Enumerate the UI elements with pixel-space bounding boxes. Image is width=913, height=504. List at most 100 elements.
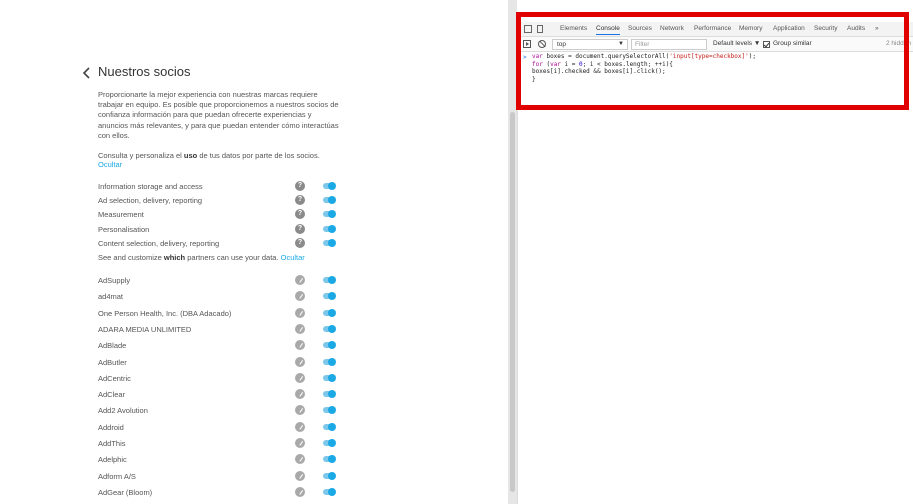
consult-text: Consulta y personaliza el uso de tus dat…: [98, 151, 320, 160]
partner-label: AdClear: [98, 390, 126, 400]
partner-label: AdCentric: [98, 373, 131, 383]
device-toolbar-icon[interactable]: [537, 25, 543, 33]
help-icon[interactable]: ?: [295, 237, 305, 248]
purpose-toggle[interactable]: [323, 196, 336, 205]
toggle-knob: [328, 276, 336, 284]
toggle-knob: [328, 422, 336, 431]
partner-toggle[interactable]: [323, 422, 336, 431]
toggle-knob: [328, 196, 336, 205]
external-link-icon[interactable]: [295, 340, 305, 351]
devtools-tab[interactable]: »: [875, 25, 879, 32]
external-link-icon[interactable]: [295, 454, 305, 465]
partner-toggle[interactable]: [323, 357, 336, 366]
partner-label: Add2 Avolution: [98, 406, 148, 416]
inspect-element-icon[interactable]: [524, 25, 532, 33]
console-toolbar: top ▼ Filter Default levels ▼ Group simi…: [518, 37, 913, 52]
toggle-knob: [328, 324, 336, 333]
clear-console-icon[interactable]: [538, 40, 546, 48]
toggle-knob: [328, 210, 336, 219]
consent-panel: Nuestros socios Proporcionarte la mejor …: [0, 0, 511, 504]
external-link-icon[interactable]: [295, 307, 305, 318]
partner-label: Addroid: [98, 422, 124, 432]
purpose-toggle[interactable]: [323, 182, 336, 190]
external-link-icon[interactable]: [295, 275, 305, 285]
back-chevron-icon[interactable]: [80, 66, 94, 80]
partner-label: AdGear (Bloom): [98, 487, 153, 497]
partner-toggle[interactable]: [323, 308, 336, 317]
code-line: var boxes = document.querySelectorAll('i…: [532, 53, 756, 60]
external-link-icon[interactable]: [295, 389, 305, 400]
caret-down-icon: ▼: [618, 41, 624, 47]
toggle-knob: [328, 357, 336, 366]
partner-toggle[interactable]: [323, 292, 336, 301]
help-icon[interactable]: ?: [295, 223, 305, 234]
external-link-icon[interactable]: [295, 372, 305, 383]
devtools-tab[interactable]: Sources: [628, 25, 652, 32]
partner-row: AdBlade: [98, 340, 338, 354]
console-input[interactable]: var boxes = document.querySelectorAll('i…: [518, 53, 913, 83]
partner-toggle[interactable]: [323, 276, 336, 284]
partner-toggle[interactable]: [323, 373, 336, 382]
purpose-row: Measurement?: [98, 209, 338, 223]
purpose-toggle[interactable]: [323, 210, 336, 219]
filter-input[interactable]: Filter: [631, 39, 707, 50]
partner-label: ad4mat: [98, 292, 124, 302]
toggle-knob: [328, 373, 336, 382]
help-icon[interactable]: ?: [295, 195, 305, 206]
partner-toggle[interactable]: [323, 455, 336, 464]
partner-toggle[interactable]: [323, 341, 336, 350]
devtools-tab-bar: Elements Console Sources Network Performance…: [518, 22, 913, 37]
purpose-row: Information storage and access?: [98, 181, 338, 195]
devtools-tab[interactable]: Audits: [847, 25, 865, 32]
intro-text: Proporcionarte la mejor experiencia con …: [98, 90, 339, 140]
page-title: Nuestros socios: [98, 64, 191, 79]
purpose-toggle[interactable]: [323, 238, 336, 247]
partner-label: AdSupply: [98, 276, 131, 285]
log-levels-dropdown[interactable]: Default levels ▼: [713, 40, 760, 47]
partner-toggle[interactable]: [323, 406, 336, 415]
devtools-tab[interactable]: Memory: [739, 25, 762, 32]
code-line: boxes[i].checked && boxes[i].click();: [532, 68, 666, 76]
partner-row: AdClear: [98, 389, 338, 403]
partner-toggle[interactable]: [323, 487, 336, 496]
hidden-count: 2 hidden: [886, 40, 911, 47]
partner-toggle[interactable]: [323, 439, 336, 447]
partner-toggle[interactable]: [323, 324, 336, 333]
partner-row: AdSupply: [98, 275, 338, 289]
devtools-tab[interactable]: Elements: [560, 25, 587, 32]
purpose-toggle[interactable]: [323, 224, 336, 233]
partner-toggle[interactable]: [323, 390, 336, 399]
partner-toggle[interactable]: [323, 471, 336, 480]
code-line: }: [532, 75, 536, 83]
context-selector[interactable]: top ▼: [552, 39, 628, 50]
toggle-knob: [328, 238, 336, 247]
devtools-tab[interactable]: Performance: [694, 25, 731, 32]
page-scrollbar-thumb[interactable]: [510, 112, 515, 492]
purpose-label: Ad selection, delivery, reporting: [98, 196, 203, 206]
external-link-icon[interactable]: [295, 486, 305, 497]
devtools-tab[interactable]: Console: [596, 25, 620, 35]
toggle-knob: [328, 455, 336, 464]
hide-partners-link[interactable]: Ocultar: [281, 253, 305, 262]
console-sidebar-icon[interactable]: [523, 40, 531, 48]
toggle-knob: [328, 182, 336, 190]
help-icon[interactable]: ?: [295, 209, 305, 220]
external-link-icon[interactable]: [295, 356, 305, 367]
group-similar-label: Group similar: [773, 40, 812, 47]
group-similar-checkbox[interactable]: [763, 41, 770, 48]
devtools-tab[interactable]: Network: [660, 25, 684, 32]
partner-row: Add2 Avolution: [98, 405, 338, 419]
external-link-icon[interactable]: [295, 438, 305, 448]
partner-row: Addroid: [98, 421, 338, 436]
hide-purposes-link[interactable]: Ocultar: [98, 160, 122, 169]
purpose-row: Ad selection, delivery, reporting?: [98, 195, 338, 209]
devtools-tab[interactable]: Security: [814, 25, 837, 32]
help-icon[interactable]: ?: [295, 181, 305, 191]
devtools-tab[interactable]: Application: [773, 25, 805, 32]
external-link-icon[interactable]: [295, 470, 305, 481]
external-link-icon[interactable]: [295, 323, 305, 334]
external-link-icon[interactable]: [295, 421, 305, 432]
external-link-icon[interactable]: [295, 291, 305, 302]
external-link-icon[interactable]: [295, 405, 305, 416]
toggle-knob: [328, 406, 336, 415]
